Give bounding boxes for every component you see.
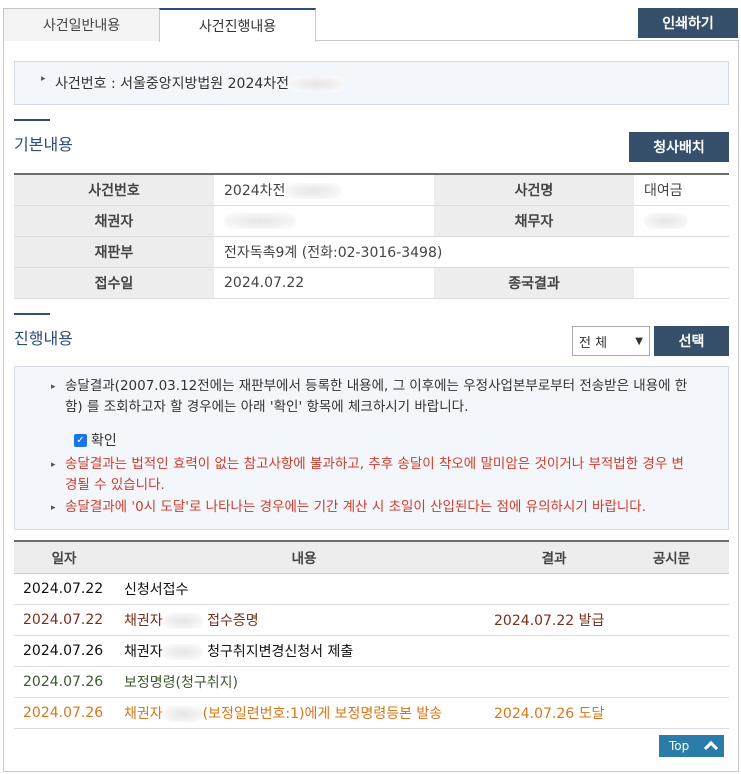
table-row: 재판부 전자독촉9계 (전화:02-3016-3498) xyxy=(14,236,729,268)
value-court-division: 전자독촉9계 (전화:02-3016-3498) xyxy=(214,236,729,268)
label-received-date: 접수일 xyxy=(14,267,214,299)
basic-section-title: 기본내용 xyxy=(14,119,73,155)
redacted-blur xyxy=(289,76,346,92)
row-content-suffix: 청구취지변경신청서 제출 xyxy=(207,643,354,660)
row-content-prefix: 채권자 xyxy=(124,612,163,629)
label-court-division: 재판부 xyxy=(14,236,214,268)
scroll-top-label: Top xyxy=(669,739,690,753)
header-result: 결과 xyxy=(494,541,614,574)
row-result: 2024.07.26 도달 xyxy=(494,697,614,729)
tab-case-general[interactable]: 사건일반내용 xyxy=(3,8,160,41)
redacted-blur xyxy=(162,612,203,629)
notice-legal-warning: 송달결과는 법적인 효력이 없는 참고사항에 불과하고, 추후 송달이 착오에 … xyxy=(51,454,695,496)
row-date: 2024.07.26 xyxy=(14,697,114,729)
basic-info-table: 사건번호 2024차전 사건명 대여금 채권자 채무자 재판부 전자독촉9계 (… xyxy=(14,173,729,299)
filter-select[interactable]: 전 체 ▼ xyxy=(572,326,650,356)
value-case-number: 2024차전 xyxy=(214,174,434,206)
table-header-row: 일자 내용 결과 공시문 xyxy=(14,541,729,574)
table-row: 2024.07.22 신청서접수 xyxy=(14,573,729,605)
header-content: 내용 xyxy=(114,541,494,574)
filter-select-value: 전 체 xyxy=(579,335,608,351)
table-row: 채권자 채무자 xyxy=(14,205,729,237)
value-final-result xyxy=(634,267,729,299)
row-result xyxy=(494,635,614,667)
scroll-top-button[interactable]: Top xyxy=(659,735,724,757)
chevron-up-icon xyxy=(703,740,719,756)
table-row: 2024.07.26 채권자 청구취지변경신청서 제출 xyxy=(14,635,729,667)
redacted-blur xyxy=(285,182,342,199)
table-row: 2024.07.26 채권자 (보정일련번호:1)에게 보정명령등본 발송 202… xyxy=(14,697,729,729)
row-content-suffix: 접수증명 xyxy=(207,612,259,629)
row-notice xyxy=(614,635,729,667)
case-number-box: 사건번호 : 서울중앙지방법원 2024차전 xyxy=(14,61,729,105)
row-content-prefix: 채권자 xyxy=(124,705,163,722)
print-button[interactable]: 인쇄하기 xyxy=(638,8,738,38)
case-number-text: 사건번호 : 서울중앙지방법원 2024차전 xyxy=(41,73,346,93)
confirm-checkbox-label: 확인 xyxy=(91,433,117,449)
value-creditor xyxy=(214,205,434,237)
table-row: 접수일 2024.07.22 종국결과 xyxy=(14,267,729,299)
redacted-blur xyxy=(644,212,688,229)
case-number-label: 사건번호 : 서울중앙지방법원 2024차전 xyxy=(55,76,290,92)
label-debtor: 채무자 xyxy=(434,205,634,237)
redacted-blur xyxy=(162,705,203,722)
row-notice xyxy=(614,604,729,636)
notice-box: 송달결과(2007.03.12전에는 재판부에서 등록한 내용에, 그 이후에는… xyxy=(14,366,729,530)
progress-section-title: 진행내용 xyxy=(14,313,73,349)
row-result: 2024.07.22 발급 xyxy=(494,604,614,636)
row-date: 2024.07.22 xyxy=(14,604,114,636)
row-date: 2024.07.26 xyxy=(14,666,114,698)
tab-case-progress[interactable]: 사건진행내용 xyxy=(159,8,316,42)
confirm-checkbox[interactable]: ✓ 확인 xyxy=(74,430,117,450)
courthouse-map-button[interactable]: 청사배치 xyxy=(629,132,729,162)
row-content: 채권자 청구취지변경신청서 제출 xyxy=(114,635,494,667)
value-case-name: 대여금 xyxy=(634,174,729,206)
row-result xyxy=(494,573,614,605)
progress-table: 일자 내용 결과 공시문 2024.07.22 신청서접수 2024.07.22… xyxy=(14,540,729,729)
header-notice: 공시문 xyxy=(614,541,729,574)
table-row: 사건번호 2024차전 사건명 대여금 xyxy=(14,174,729,206)
checkbox-checked-icon: ✓ xyxy=(74,433,87,447)
table-row: 2024.07.26 보정명령(청구취지) xyxy=(14,666,729,698)
row-notice xyxy=(614,573,729,605)
row-content: 신청서접수 xyxy=(114,573,494,605)
table-row: 2024.07.22 채권자 접수증명 2024.07.22 발급 xyxy=(14,604,729,636)
redacted-blur xyxy=(162,643,203,660)
label-creditor: 채권자 xyxy=(14,205,214,237)
tab-bar: 사건일반내용 사건진행내용 xyxy=(3,8,739,42)
row-content-prefix: 채권자 xyxy=(124,643,163,660)
label-case-name: 사건명 xyxy=(434,174,634,206)
row-result xyxy=(494,666,614,698)
value-received-date: 2024.07.22 xyxy=(214,267,434,299)
label-case-number: 사건번호 xyxy=(14,174,214,206)
row-date: 2024.07.26 xyxy=(14,635,114,667)
row-notice xyxy=(614,697,729,729)
label-final-result: 종국결과 xyxy=(434,267,634,299)
case-number-value: 2024차전 xyxy=(224,182,286,199)
row-content-suffix: (보정일련번호:1)에게 보정명령등본 발송 xyxy=(202,705,443,722)
redacted-blur xyxy=(224,212,296,229)
select-button[interactable]: 선택 xyxy=(654,326,729,356)
value-debtor xyxy=(634,205,729,237)
row-content: 채권자 접수증명 xyxy=(114,604,494,636)
row-notice xyxy=(614,666,729,698)
row-date: 2024.07.22 xyxy=(14,573,114,605)
header-date: 일자 xyxy=(14,541,114,574)
chevron-down-icon: ▼ xyxy=(635,335,643,347)
row-content: 보정명령(청구취지) xyxy=(114,666,494,698)
row-content: 채권자 (보정일련번호:1)에게 보정명령등본 발송 xyxy=(114,697,494,729)
notice-delivery-info: 송달결과(2007.03.12전에는 재판부에서 등록한 내용에, 그 이후에는… xyxy=(51,376,695,418)
notice-zero-hour: 송달결과에 '0시 도달'로 나타나는 경우에는 기간 계산 시 초일이 산입된… xyxy=(51,497,695,519)
